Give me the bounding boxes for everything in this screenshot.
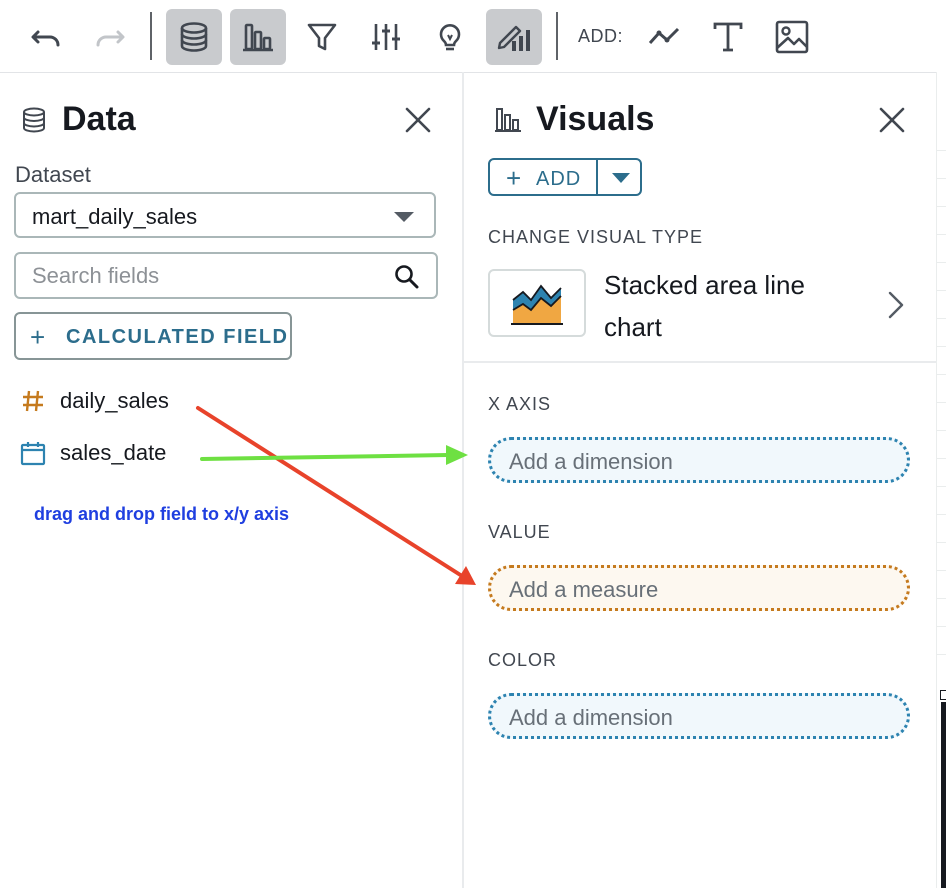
parameters-icon	[372, 24, 400, 50]
calendar-icon	[20, 442, 46, 466]
value-placeholder: Add a measure	[509, 577, 659, 602]
filter-icon	[307, 23, 337, 51]
data-icon	[180, 22, 208, 52]
grid-line	[937, 626, 946, 627]
redo-icon	[96, 30, 125, 47]
filter-button[interactable]	[294, 9, 350, 65]
change-visual-type-label: CHANGE VISUAL TYPE	[488, 227, 704, 247]
dataset-label: Dataset	[15, 162, 91, 187]
close-visuals-panel-icon[interactable]	[878, 106, 906, 134]
x-axis-placeholder: Add a dimension	[509, 449, 673, 474]
selected-visual-border	[941, 702, 946, 888]
color-label: COLOR	[488, 650, 558, 670]
top-toolbar: ADD:	[0, 0, 946, 73]
visual-type-thumbnail[interactable]	[488, 269, 586, 337]
grid-line	[937, 542, 946, 543]
grid-line	[937, 514, 946, 515]
value-drop-zone[interactable]: Add a measure	[488, 565, 910, 611]
add-line-button[interactable]	[636, 9, 692, 65]
visuals-icon	[243, 23, 273, 52]
value-label: VALUE	[488, 522, 551, 542]
grid-line	[937, 458, 946, 459]
grid-line	[937, 346, 946, 347]
chevron-right-icon[interactable]	[886, 290, 906, 320]
grid-line	[937, 290, 946, 291]
color-placeholder: Add a dimension	[509, 705, 673, 730]
dataset-select[interactable]: mart_daily_sales	[14, 192, 436, 238]
grid-line	[937, 570, 946, 571]
dataset-select-value: mart_daily_sales	[32, 204, 198, 229]
x-axis-label: X AXIS	[488, 394, 552, 414]
grid-line	[937, 486, 946, 487]
parameters-button[interactable]	[358, 9, 414, 65]
panel-divider	[462, 72, 464, 888]
visual-type-name[interactable]: Stacked area line chart	[604, 264, 864, 348]
search-icon[interactable]	[394, 264, 420, 290]
data-icon	[23, 107, 45, 133]
undo-button[interactable]	[18, 9, 74, 65]
field-item-sales-date[interactable]: sales_date	[20, 438, 166, 468]
field-item-daily-sales[interactable]: daily_sales	[20, 386, 169, 416]
green-arrow	[200, 445, 468, 465]
grid-line	[937, 262, 946, 263]
plus-icon: +	[30, 322, 46, 352]
button-split-divider	[596, 160, 598, 194]
hash-icon	[23, 390, 43, 412]
visuals-panel-title: Visuals	[536, 100, 655, 138]
add-text-button[interactable]	[700, 9, 756, 65]
calculated-field-label: CALCULATED FIELD	[66, 326, 289, 348]
grid-line	[937, 430, 946, 431]
grid-line	[937, 318, 946, 319]
canvas-edge	[936, 72, 946, 888]
color-drop-zone[interactable]: Add a dimension	[488, 693, 910, 739]
format-visual-button[interactable]	[486, 9, 542, 65]
close-data-panel-icon[interactable]	[404, 106, 432, 134]
search-fields-box[interactable]	[14, 252, 438, 299]
add-label: ADD:	[578, 26, 624, 46]
plus-icon: +	[506, 163, 522, 193]
add-visual-label: ADD	[536, 168, 582, 190]
insights-button[interactable]	[422, 9, 478, 65]
grid-line	[937, 654, 946, 655]
stacked-area-chart-icon	[511, 284, 563, 325]
red-arrow	[196, 406, 476, 585]
undo-icon	[31, 30, 60, 47]
grid-line	[937, 178, 946, 179]
visuals-icon	[495, 108, 521, 132]
drag-drop-annotation: drag and drop field to x/y axis	[34, 504, 290, 524]
add-image-button[interactable]	[764, 9, 820, 65]
insights-icon	[439, 24, 461, 51]
grid-line	[937, 598, 946, 599]
grid-line	[937, 234, 946, 235]
add-visual-button[interactable]: + ADD	[488, 158, 642, 196]
format-visual-icon	[497, 25, 530, 51]
data-panel-title: Data	[62, 100, 136, 138]
visuals-panel-button[interactable]	[230, 9, 286, 65]
grid-line	[937, 374, 946, 375]
search-fields-input[interactable]	[30, 262, 374, 290]
chevron-down-icon	[394, 212, 414, 222]
section-divider	[464, 361, 936, 363]
x-axis-drop-zone[interactable]: Add a dimension	[488, 437, 910, 483]
add-image-icon	[775, 20, 809, 54]
grid-line	[937, 402, 946, 403]
resize-handle[interactable]	[940, 690, 946, 700]
redo-button[interactable]	[82, 9, 138, 65]
toolbar-divider-2	[556, 12, 558, 60]
add-line-icon	[648, 27, 680, 45]
toolbar-divider	[150, 12, 152, 60]
calculated-field-button[interactable]: + CALCULATED FIELD	[14, 312, 292, 360]
grid-line	[937, 150, 946, 151]
field-name: sales_date	[60, 440, 167, 465]
field-name: daily_sales	[60, 388, 169, 413]
data-panel-button[interactable]	[166, 9, 222, 65]
chevron-down-icon[interactable]	[612, 173, 630, 183]
grid-line	[937, 206, 946, 207]
add-text-icon	[713, 22, 743, 52]
